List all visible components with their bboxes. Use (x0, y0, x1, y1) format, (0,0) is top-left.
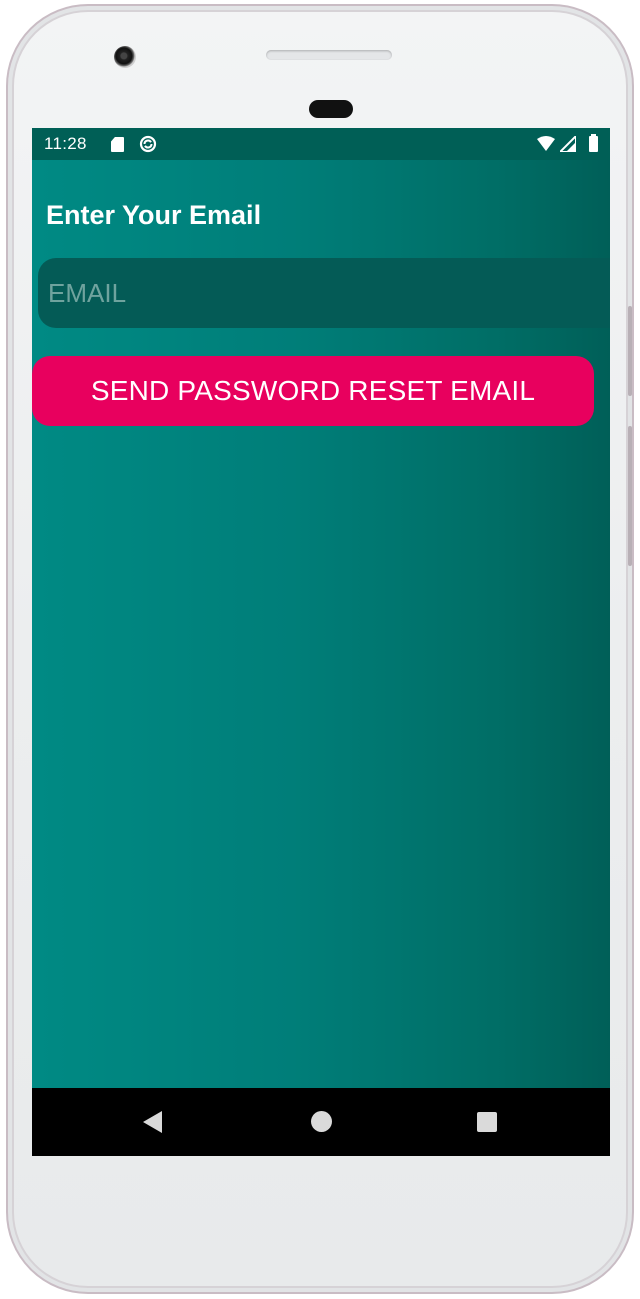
home-icon[interactable] (311, 1111, 332, 1132)
status-bar: 11:28 (32, 128, 610, 160)
proximity-sensor (309, 100, 353, 118)
cell-signal-icon (560, 136, 576, 152)
forgot-password-screen: Enter Your Email SEND PASSWORD RESET EMA… (32, 160, 610, 1088)
front-camera (114, 46, 136, 68)
volume-buttons (628, 426, 632, 566)
back-icon[interactable] (143, 1111, 162, 1133)
email-field[interactable] (38, 258, 610, 328)
sync-icon (139, 135, 157, 153)
sd-card-icon (111, 137, 124, 152)
recents-icon[interactable] (477, 1112, 497, 1132)
status-time: 11:28 (44, 134, 87, 153)
earpiece-speaker (266, 50, 392, 60)
phone-screen: 11:28 Enter Your Email SEND PASSWORD RES… (32, 128, 610, 1156)
page-title: Enter Your Email (46, 200, 262, 230)
send-reset-email-button[interactable]: SEND PASSWORD RESET EMAIL (32, 356, 594, 426)
power-button (628, 306, 632, 396)
battery-icon (589, 134, 598, 152)
wifi-icon (537, 136, 555, 151)
navigation-bar (32, 1088, 610, 1156)
